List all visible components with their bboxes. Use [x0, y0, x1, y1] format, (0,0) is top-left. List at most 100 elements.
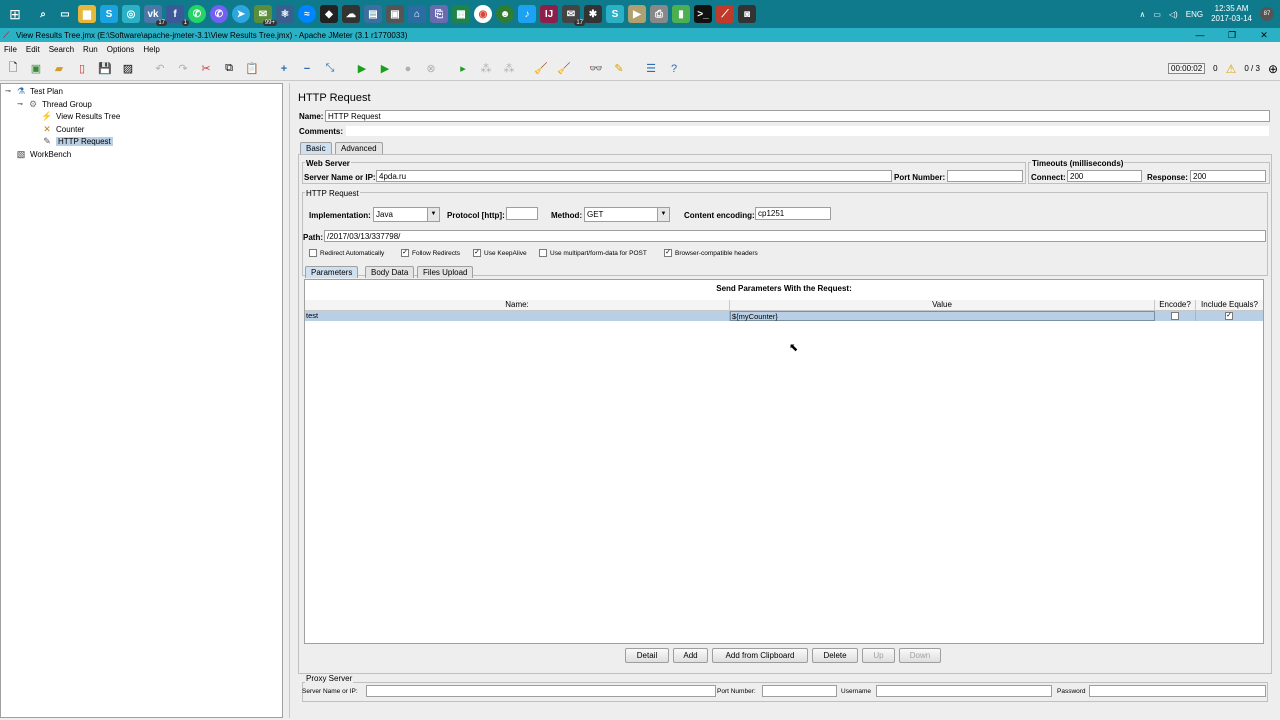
- tab-body-data[interactable]: Body Data: [365, 266, 415, 278]
- redirect-automatically-checkbox[interactable]: Redirect Automatically: [309, 249, 384, 257]
- media-player-icon[interactable]: ▶: [628, 5, 646, 23]
- proxy-password-input[interactable]: [1089, 685, 1266, 697]
- detail-button[interactable]: Detail: [625, 648, 669, 663]
- encode-checkbox[interactable]: [1171, 312, 1179, 320]
- whatsapp-icon[interactable]: ✆: [188, 5, 206, 23]
- language-indicator[interactable]: ENG: [1186, 10, 1203, 19]
- stop-icon[interactable]: ●: [398, 59, 418, 79]
- add-button[interactable]: Add: [673, 648, 708, 663]
- paste-icon[interactable]: 📋: [242, 59, 262, 79]
- network-icon[interactable]: ⌂: [408, 5, 426, 23]
- tray-chevron-up-icon[interactable]: ∧: [1139, 10, 1145, 19]
- menu-run[interactable]: Run: [83, 45, 98, 54]
- tree-item-thread-group[interactable]: ⊸ ⚙ Thread Group: [17, 98, 92, 110]
- help-icon[interactable]: ?: [664, 59, 684, 79]
- implementation-select[interactable]: Java ▼: [373, 207, 440, 222]
- fb-messenger-icon[interactable]: ≈: [298, 5, 316, 23]
- vk-icon[interactable]: vk 17: [144, 5, 167, 26]
- follow-redirects-checkbox[interactable]: ✓ Follow Redirects: [401, 249, 460, 257]
- editor-icon[interactable]: ▤: [364, 5, 382, 23]
- task-view-icon[interactable]: ▭: [56, 5, 74, 23]
- folder-icon[interactable]: ▆: [78, 5, 96, 23]
- tree-toggle-icon[interactable]: ⊸: [5, 87, 13, 95]
- viber-icon[interactable]: ✆: [210, 5, 228, 23]
- react-icon[interactable]: ⚛: [276, 5, 294, 23]
- facebook-icon[interactable]: f1: [166, 5, 189, 26]
- search-binoculars-icon[interactable]: 👓: [586, 59, 606, 79]
- response-timeout-input[interactable]: [1190, 170, 1266, 182]
- clock[interactable]: 12:35 AM 2017-03-14: [1211, 4, 1252, 24]
- android-icon[interactable]: ☻: [496, 5, 514, 23]
- bug-icon[interactable]: ✱: [584, 5, 602, 23]
- clear-icon[interactable]: 🧹: [531, 59, 551, 79]
- column-header-encode[interactable]: Encode?: [1155, 300, 1196, 311]
- tree-toggle-icon[interactable]: ⊸: [17, 100, 25, 108]
- multipart-form-data-checkbox[interactable]: Use multipart/form-data for POST: [539, 249, 647, 257]
- close-file-icon[interactable]: ▯: [72, 59, 92, 79]
- remote-stop-all-icon[interactable]: ⁂: [476, 59, 496, 79]
- notes-icon[interactable]: ▮: [672, 5, 690, 23]
- skype-icon[interactable]: S: [100, 5, 118, 23]
- tree-item-view-results-tree[interactable]: ⚡ View Results Tree: [41, 110, 120, 122]
- remote-shutdown-all-icon[interactable]: ⁂: [499, 59, 519, 79]
- table-row[interactable]: test ${myCounter} ✓: [305, 311, 1263, 321]
- templates-icon[interactable]: ▣: [26, 59, 46, 79]
- checkbox-box[interactable]: [309, 249, 317, 257]
- collapse-all-icon[interactable]: −: [297, 59, 317, 79]
- tree-item-test-plan[interactable]: ⊸ ⚗ Test Plan: [5, 85, 63, 97]
- comments-field[interactable]: [345, 125, 1270, 137]
- checkbox-box[interactable]: ✓: [664, 249, 672, 257]
- column-header-include-equals[interactable]: Include Equals?: [1196, 300, 1263, 311]
- messenger-badge-icon[interactable]: ✉ 99+: [254, 5, 277, 26]
- menu-edit[interactable]: Edit: [26, 45, 40, 54]
- copy-icon[interactable]: ⧉: [219, 59, 239, 79]
- checkbox-box[interactable]: [539, 249, 547, 257]
- use-keepalive-checkbox[interactable]: ✓ Use KeepAlive: [473, 249, 527, 257]
- server-name-input[interactable]: [376, 170, 892, 182]
- minimize-icon[interactable]: —: [1184, 30, 1216, 41]
- port-number-input[interactable]: [947, 170, 1023, 182]
- add-from-clipboard-button[interactable]: Add from Clipboard: [712, 648, 808, 663]
- delete-button[interactable]: Delete: [812, 648, 858, 663]
- toggle-icon[interactable]: ⤡: [320, 59, 340, 79]
- tab-files-upload[interactable]: Files Upload: [417, 266, 474, 278]
- chevron-down-icon[interactable]: ▼: [427, 208, 439, 221]
- proxy-port-input[interactable]: [762, 685, 837, 697]
- expand-all-icon[interactable]: +: [274, 59, 294, 79]
- mail-icon[interactable]: ✉ 17: [562, 5, 585, 26]
- terminal-icon[interactable]: >_: [694, 5, 712, 23]
- param-value-cell[interactable]: ${myCounter}: [730, 311, 1155, 321]
- ide-icon[interactable]: IJ: [540, 5, 558, 23]
- new-icon[interactable]: 🗋: [3, 59, 23, 79]
- menu-help[interactable]: Help: [143, 45, 159, 54]
- warning-icon[interactable]: ⚠: [1226, 62, 1237, 76]
- proxy-server-input[interactable]: [366, 685, 716, 697]
- column-header-value[interactable]: Value: [730, 300, 1155, 311]
- start-no-pauses-icon[interactable]: ▶: [375, 59, 395, 79]
- jmeter-feather-icon[interactable]: ⟋: [716, 5, 734, 23]
- start-icon[interactable]: ▶: [352, 59, 372, 79]
- protocol-input[interactable]: [506, 207, 538, 220]
- chrome-icon[interactable]: ◉: [474, 5, 492, 23]
- function-helper-icon[interactable]: ☰: [641, 59, 661, 79]
- clear-all-icon[interactable]: 🧹: [554, 59, 574, 79]
- window-titlebar[interactable]: ⟋ View Results Tree.jmx (E:\Software\apa…: [0, 28, 1280, 42]
- reset-search-icon[interactable]: ✎: [609, 59, 629, 79]
- telegram-icon[interactable]: ➤: [232, 5, 250, 23]
- sheet-icon[interactable]: ▦: [452, 5, 470, 23]
- name-field[interactable]: [325, 110, 1270, 122]
- tree-item-http-request[interactable]: ✎ HTTP Request: [41, 135, 113, 147]
- restore-icon[interactable]: ❐: [1216, 30, 1248, 41]
- open-icon[interactable]: ▰: [49, 59, 69, 79]
- github-icon[interactable]: ◆: [320, 5, 338, 23]
- proxy-username-input[interactable]: [876, 685, 1052, 697]
- column-header-name[interactable]: Name:: [305, 300, 730, 311]
- include-equals-checkbox[interactable]: ✓: [1225, 312, 1233, 320]
- tab-parameters[interactable]: Parameters: [305, 266, 359, 278]
- connect-timeout-input[interactable]: [1067, 170, 1142, 182]
- screen-recorder-icon[interactable]: ◙: [738, 5, 756, 23]
- down-button[interactable]: Down: [899, 648, 941, 663]
- tree-item-counter[interactable]: ✕ Counter: [41, 123, 84, 135]
- method-select[interactable]: GET ▼: [584, 207, 670, 222]
- printer-icon[interactable]: ⎙: [650, 5, 668, 23]
